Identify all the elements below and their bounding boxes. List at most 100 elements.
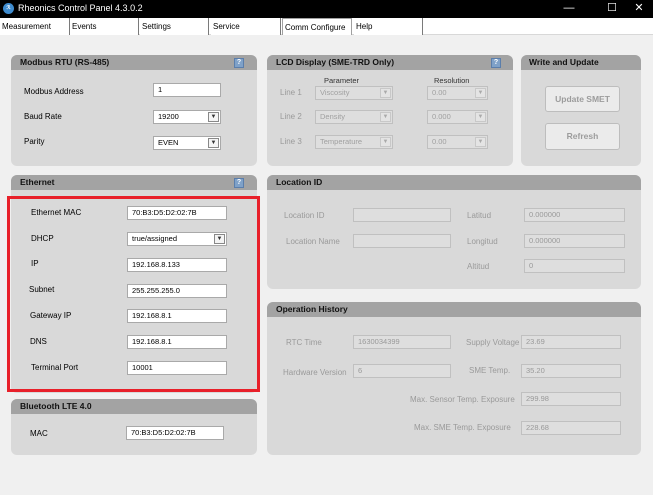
parity-value: EVEN: [158, 138, 179, 147]
ip-field[interactable]: 192.168.8.133: [127, 258, 227, 272]
lcd-line3-parameter-select[interactable]: Temperature ▼: [315, 135, 393, 149]
tab-service[interactable]: Service: [211, 18, 281, 35]
ethernet-panel-header: Ethernet ?: [11, 175, 257, 190]
longitude-label: Longitud: [467, 237, 498, 246]
operation-history-panel: Operation History RTC Time 1630034399 Su…: [267, 302, 641, 455]
bluetooth-mac-label: MAC: [30, 429, 48, 438]
chevron-down-icon: ▼: [380, 112, 391, 122]
altitude-field[interactable]: 0: [524, 259, 625, 273]
tab-help[interactable]: Help: [354, 18, 423, 35]
parity-label: Parity: [24, 137, 45, 146]
maximize-button[interactable]: ☐: [598, 0, 626, 18]
write-update-panel: Write and Update Update SMET Refresh: [521, 55, 641, 166]
subnet-label: Subnet: [29, 285, 55, 294]
chevron-down-icon: ▼: [214, 234, 225, 244]
modbus-panel-title: Modbus RTU (RS-485): [20, 57, 110, 67]
location-panel: Location ID Location ID Latitud 0.000000…: [267, 175, 641, 289]
history-panel-header: Operation History: [267, 302, 641, 317]
modbus-panel-header: Modbus RTU (RS-485) ?: [11, 55, 257, 70]
lcd-line1-resolution-select[interactable]: 0.00 ▼: [427, 86, 488, 100]
tab-measurement[interactable]: Measurement: [0, 18, 70, 35]
bluetooth-mac-field[interactable]: 70:B3:D5:D2:02:7B: [126, 426, 224, 440]
baud-rate-select[interactable]: 19200 ▼: [153, 110, 221, 124]
lcd-line3-resolution-select[interactable]: 0.00 ▼: [427, 135, 488, 149]
lcd-panel-header: LCD Display (SME-TRD Only) ?: [267, 55, 513, 70]
max-sensor-temp-label: Max. Sensor Temp. Exposure: [410, 395, 515, 404]
modbus-address-input[interactable]: 1: [153, 83, 221, 97]
window-title: Rheonics Control Panel 4.3.0.2: [18, 3, 143, 13]
location-name-label: Location Name: [286, 237, 340, 246]
rtc-time-label: RTC Time: [286, 338, 322, 347]
refresh-button[interactable]: Refresh: [545, 123, 620, 150]
lcd-line2-parameter-value: Density: [320, 112, 346, 121]
ethernet-panel-title: Ethernet: [20, 177, 55, 187]
max-sme-temp-label: Max. SME Temp. Exposure: [414, 423, 511, 432]
update-smet-button[interactable]: Update SMET: [545, 86, 620, 112]
chevron-down-icon: ▼: [208, 138, 219, 148]
dns-label: DNS: [30, 337, 47, 346]
longitude-field[interactable]: 0.000000: [524, 234, 625, 248]
lcd-line3-resolution-value: 0.00: [432, 137, 447, 146]
dhcp-select[interactable]: true/assigned ▼: [127, 232, 227, 246]
lcd-line2-resolution-select[interactable]: 0.000 ▼: [427, 110, 488, 124]
ethernet-mac-field[interactable]: 70:B3:D5:D2:02:7B: [127, 206, 227, 220]
terminal-port-field[interactable]: 10001: [127, 361, 227, 375]
lcd-line2-parameter-select[interactable]: Density ▼: [315, 110, 393, 124]
supply-voltage-label: Supply Voltage: [466, 338, 520, 347]
minimize-button[interactable]: —: [555, 0, 583, 18]
parity-select[interactable]: EVEN ▼: [153, 136, 221, 150]
gateway-ip-label: Gateway IP: [30, 311, 72, 320]
bluetooth-panel: Bluetooth LTE 4.0 MAC 70:B3:D5:D2:02:7B: [11, 399, 257, 455]
write-update-title: Write and Update: [529, 57, 599, 67]
location-id-field[interactable]: [353, 208, 451, 222]
dhcp-value: true/assigned: [132, 234, 178, 243]
gateway-ip-field[interactable]: 192.168.8.1: [127, 309, 227, 323]
latitude-field[interactable]: 0.000000: [524, 208, 625, 222]
lcd-panel-title: LCD Display (SME-TRD Only): [276, 57, 395, 67]
chevron-down-icon: ▼: [380, 88, 391, 98]
bluetooth-panel-header: Bluetooth LTE 4.0: [11, 399, 257, 414]
lcd-help-icon[interactable]: ?: [491, 58, 501, 68]
ip-label: IP: [31, 259, 39, 268]
lcd-line1-parameter-select[interactable]: Viscosity ▼: [315, 86, 393, 100]
tab-bar: Measurement Events Settings Service Comm…: [0, 18, 653, 35]
lcd-line1-label: Line 1: [280, 88, 302, 97]
hardware-version-label: Hardware Version: [283, 368, 347, 377]
location-panel-title: Location ID: [276, 177, 323, 187]
ethernet-help-icon[interactable]: ?: [234, 178, 244, 188]
subnet-field[interactable]: 255.255.255.0: [127, 284, 227, 298]
resolution-column-header: Resolution: [434, 76, 470, 85]
chevron-down-icon: ▼: [475, 112, 486, 122]
lcd-line2-label: Line 2: [280, 112, 302, 121]
location-id-label: Location ID: [284, 211, 325, 220]
lcd-line3-parameter-value: Temperature: [320, 137, 363, 146]
supply-voltage-field: 23.69: [521, 335, 621, 349]
max-sensor-temp-field: 299.98: [521, 392, 621, 406]
tab-settings[interactable]: Settings: [140, 18, 209, 35]
modbus-help-icon[interactable]: ?: [234, 58, 244, 68]
bluetooth-panel-title: Bluetooth LTE 4.0: [20, 401, 92, 411]
lcd-line2-resolution-value: 0.000: [432, 112, 451, 121]
chevron-down-icon: ▼: [475, 88, 486, 98]
latitude-label: Latitud: [467, 211, 492, 220]
chevron-down-icon: ▼: [208, 112, 219, 122]
location-name-field[interactable]: [353, 234, 451, 248]
tab-comm-configure[interactable]: Comm Configure: [282, 18, 352, 35]
sme-temp-field: 35.20: [521, 364, 621, 378]
lcd-line3-label: Line 3: [280, 137, 302, 146]
dns-field[interactable]: 192.168.8.1: [127, 335, 227, 349]
max-sme-temp-field: 228.68: [521, 421, 621, 435]
chevron-down-icon: ▼: [475, 137, 486, 147]
location-panel-header: Location ID: [267, 175, 641, 190]
modbus-address-label: Modbus Address: [24, 87, 84, 96]
tab-events[interactable]: Events: [70, 18, 139, 35]
terminal-port-label: Terminal Port: [31, 363, 79, 372]
baud-rate-label: Baud Rate: [24, 112, 62, 121]
rtc-time-field: 1630034399: [353, 335, 451, 349]
title-bar: ℛ Rheonics Control Panel 4.3.0.2 — ☐ ✕: [0, 0, 653, 18]
sme-temp-label: SME Temp.: [469, 366, 511, 375]
chevron-down-icon: ▼: [380, 137, 391, 147]
close-button[interactable]: ✕: [625, 0, 653, 18]
modbus-panel: Modbus RTU (RS-485) ? Modbus Address 1 B…: [11, 55, 257, 166]
write-update-header: Write and Update: [521, 55, 641, 70]
